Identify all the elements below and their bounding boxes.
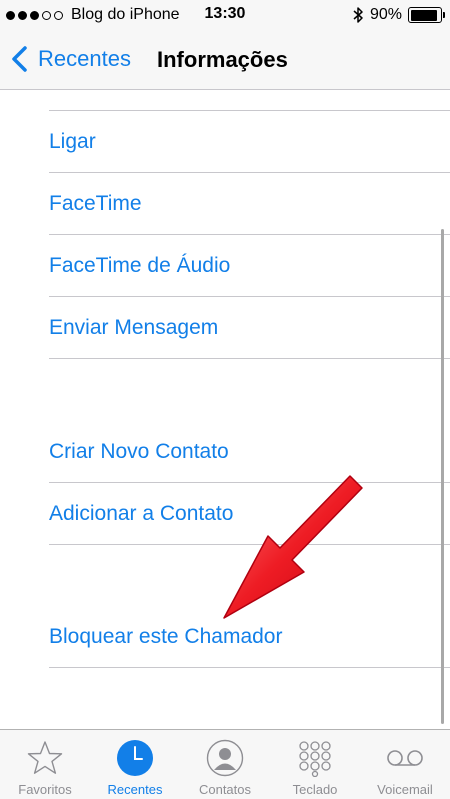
status-bar: Blog do iPhone 13:30 90% bbox=[0, 0, 450, 30]
page-title: Informações bbox=[157, 47, 288, 72]
facetime-audio-action[interactable]: FaceTime de Áudio bbox=[49, 235, 450, 297]
tab-bar: Favoritos Recentes Contatos Teclado Voic… bbox=[0, 729, 450, 799]
tab-label: Recentes bbox=[107, 782, 163, 797]
voicemail-icon bbox=[385, 738, 425, 778]
clock-icon bbox=[115, 738, 155, 778]
tab-label: Favoritos bbox=[18, 782, 72, 797]
navigation-bar: Recentes Informações bbox=[0, 30, 450, 90]
battery-fill bbox=[410, 9, 437, 21]
call-action-label: Ligar bbox=[49, 129, 96, 153]
tab-label: Teclado bbox=[292, 782, 338, 797]
tab-contatos[interactable]: Contatos bbox=[180, 730, 270, 799]
battery-icon bbox=[408, 7, 445, 23]
tab-label: Voicemail bbox=[377, 782, 433, 797]
bluetooth-icon bbox=[353, 7, 363, 23]
tab-recentes[interactable]: Recentes bbox=[90, 730, 180, 799]
back-button-label: Recentes bbox=[38, 46, 131, 71]
back-button[interactable]: Recentes bbox=[8, 44, 131, 74]
keypad-icon bbox=[295, 738, 335, 778]
annotation-arrow-icon bbox=[223, 475, 363, 619]
tab-favoritos[interactable]: Favoritos bbox=[0, 730, 90, 799]
facetime-action-label: FaceTime bbox=[49, 191, 142, 215]
scrollbar[interactable] bbox=[441, 229, 444, 724]
send-message-action[interactable]: Enviar Mensagem bbox=[49, 297, 450, 359]
person-icon bbox=[205, 738, 245, 778]
tab-teclado[interactable]: Teclado bbox=[270, 730, 360, 799]
create-new-contact-label: Criar Novo Contato bbox=[49, 439, 229, 463]
send-message-action-label: Enviar Mensagem bbox=[49, 315, 219, 339]
block-caller-label: Bloquear este Chamador bbox=[49, 624, 283, 648]
chevron-left-icon bbox=[12, 46, 27, 72]
call-action[interactable]: Ligar bbox=[49, 111, 450, 173]
add-to-contact-label: Adicionar a Contato bbox=[49, 501, 234, 525]
facetime-action[interactable]: FaceTime bbox=[49, 173, 450, 235]
facetime-audio-action-label: FaceTime de Áudio bbox=[49, 253, 231, 277]
tab-voicemail[interactable]: Voicemail bbox=[360, 730, 450, 799]
battery-percent: 90% bbox=[369, 6, 402, 23]
status-right: 90% bbox=[352, 5, 445, 25]
star-icon bbox=[25, 738, 65, 778]
tab-label: Contatos bbox=[198, 782, 252, 797]
contact-actions-list: Ligar FaceTime FaceTime de Áudio Enviar … bbox=[0, 91, 450, 729]
